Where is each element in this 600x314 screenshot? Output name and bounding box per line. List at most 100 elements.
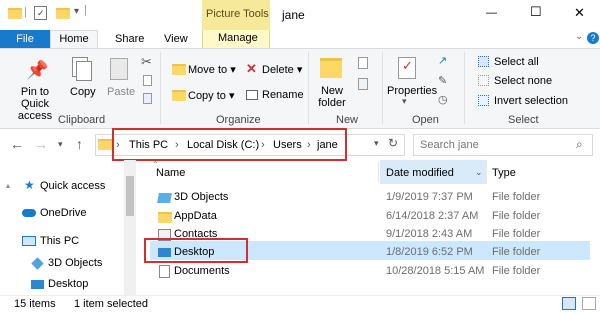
move-to-button[interactable]: Move to ▾ bbox=[188, 63, 236, 76]
select-all-button[interactable]: Select all bbox=[494, 56, 539, 68]
documents-icon bbox=[159, 265, 170, 278]
copy-path-icon[interactable] bbox=[143, 75, 152, 86]
forward-button[interactable]: → bbox=[34, 136, 48, 152]
select-none-button[interactable]: Select none bbox=[494, 75, 552, 87]
column-divider bbox=[378, 162, 379, 182]
cube-icon bbox=[31, 257, 44, 270]
expand-ribbon-icon[interactable]: ⌄ bbox=[575, 31, 583, 42]
desktop-icon bbox=[31, 280, 44, 289]
nav-item-quick-access[interactable]: Quick access bbox=[40, 180, 105, 192]
file-name[interactable]: AppData bbox=[174, 210, 217, 222]
organize-group-label: Organize bbox=[216, 114, 261, 126]
tab-home[interactable]: Home bbox=[50, 30, 98, 49]
invert-selection-icon bbox=[478, 95, 489, 106]
tab-manage[interactable]: Manage bbox=[202, 30, 270, 48]
help-icon[interactable]: ? bbox=[587, 32, 599, 44]
pin-icon: 📌 bbox=[26, 60, 49, 80]
breadcrumb-local-disk[interactable]: Local Disk (C:) bbox=[187, 139, 259, 151]
breadcrumb-users[interactable]: Users bbox=[273, 139, 302, 151]
cut-icon[interactable]: ✂ bbox=[141, 54, 152, 70]
paste-button[interactable]: Paste bbox=[107, 86, 135, 98]
breadcrumb-separator: › bbox=[307, 139, 311, 151]
paste-icon bbox=[110, 58, 128, 80]
file-type: File folder bbox=[492, 228, 541, 240]
edit-icon[interactable]: ✎ bbox=[438, 74, 447, 87]
search-icon[interactable]: ⌕ bbox=[576, 137, 583, 152]
breadcrumb-separator: › bbox=[175, 139, 179, 151]
ribbon-separator bbox=[382, 52, 383, 124]
maximize-button[interactable]: ☐ bbox=[530, 4, 542, 20]
scroll-up-arrow[interactable]: ▴ bbox=[6, 181, 10, 190]
file-name[interactable]: 3D Objects bbox=[174, 191, 228, 203]
file-type: File folder bbox=[492, 246, 541, 258]
back-button[interactable]: ← bbox=[10, 136, 24, 152]
tab-share[interactable]: Share bbox=[115, 33, 144, 45]
file-date: 6/14/2018 2:37 AM bbox=[386, 210, 479, 222]
nav-item-this-pc[interactable]: This PC bbox=[40, 235, 79, 247]
recent-locations-button[interactable]: ▾ bbox=[58, 139, 63, 150]
refresh-icon[interactable]: ↻ bbox=[388, 136, 398, 150]
selection-count: 1 item selected bbox=[74, 298, 148, 310]
paste-shortcut-icon[interactable] bbox=[143, 93, 152, 104]
nav-item-onedrive[interactable]: OneDrive bbox=[40, 207, 86, 219]
properties-button[interactable]: Properties bbox=[387, 85, 437, 97]
file-type: File folder bbox=[492, 265, 541, 277]
breadcrumb-this-pc[interactable]: This PC bbox=[129, 139, 168, 151]
search-input[interactable]: Search jane ⌕ bbox=[413, 134, 593, 156]
open-icon[interactable]: ↗ bbox=[438, 54, 447, 67]
invert-selection-button[interactable]: Invert selection bbox=[494, 95, 568, 107]
contextual-tab-label: Picture Tools bbox=[206, 8, 269, 20]
up-button[interactable]: ↑ bbox=[76, 136, 83, 152]
details-view-icon[interactable] bbox=[562, 297, 576, 310]
new-group-label: New bbox=[336, 114, 359, 126]
copy-to-label: Copy to bbox=[188, 90, 226, 102]
pin-to-quick-access-button[interactable]: Pin to Quick access bbox=[6, 86, 64, 122]
address-dropdown-icon[interactable]: ▾ bbox=[374, 138, 379, 149]
highlight-box-desktop bbox=[144, 238, 248, 263]
tab-view[interactable]: View bbox=[164, 33, 188, 45]
chevron-down-icon[interactable]: ⌄ bbox=[475, 167, 483, 178]
breadcrumb-jane[interactable]: jane bbox=[317, 139, 338, 151]
cube-icon bbox=[157, 193, 172, 203]
folder-icon[interactable] bbox=[8, 8, 22, 19]
properties-icon: ✓ bbox=[398, 57, 416, 79]
nav-item-desktop[interactable]: Desktop bbox=[48, 278, 88, 290]
window-title: jane bbox=[282, 8, 305, 22]
minimize-button[interactable]: — bbox=[486, 7, 497, 19]
tab-file[interactable]: File bbox=[0, 30, 50, 48]
easy-access-icon[interactable] bbox=[358, 78, 368, 90]
copy-icon-back bbox=[76, 61, 92, 81]
properties-qa-icon[interactable]: ✓ bbox=[34, 6, 47, 20]
select-group-label: Select bbox=[508, 114, 539, 126]
column-header-type[interactable]: Type bbox=[492, 167, 516, 179]
contextual-tab-header: Picture Tools bbox=[202, 0, 270, 30]
clipboard-group-label: Clipboard bbox=[58, 114, 106, 126]
column-header-name[interactable]: Name bbox=[156, 167, 185, 179]
copy-to-button[interactable]: Copy to ▾ bbox=[188, 89, 235, 102]
delete-button[interactable]: Delete ▾ bbox=[262, 63, 302, 76]
folder-icon bbox=[158, 212, 172, 223]
history-icon[interactable]: ◷ bbox=[438, 93, 448, 106]
new-item-icon[interactable] bbox=[358, 57, 368, 69]
select-all-icon bbox=[478, 56, 489, 67]
properties-dropdown-icon[interactable]: ▾ bbox=[402, 96, 407, 107]
new-folder-qa-icon[interactable] bbox=[56, 8, 70, 19]
ribbon-separator bbox=[464, 52, 465, 124]
file-type: File folder bbox=[492, 191, 541, 203]
file-name[interactable]: Documents bbox=[174, 265, 230, 277]
file-type: File folder bbox=[492, 210, 541, 222]
delete-label: Delete bbox=[262, 64, 294, 76]
nav-scrollbar-thumb[interactable] bbox=[126, 176, 134, 216]
file-date: 1/8/2019 6:52 PM bbox=[386, 246, 473, 258]
close-button[interactable]: ✕ bbox=[574, 5, 585, 21]
copy-button[interactable]: Copy bbox=[70, 86, 96, 98]
rename-button[interactable]: Rename bbox=[262, 89, 304, 101]
breadcrumb-separator: › bbox=[261, 139, 265, 151]
separator: | bbox=[84, 4, 87, 16]
file-date: 10/28/2018 5:15 AM bbox=[386, 265, 485, 277]
new-folder-button[interactable]: New folder bbox=[313, 85, 351, 109]
customize-qa-icon[interactable]: ▾ bbox=[74, 6, 79, 17]
nav-item-3d-objects[interactable]: 3D Objects bbox=[48, 257, 102, 269]
large-icons-view-icon[interactable] bbox=[582, 297, 596, 310]
column-header-date[interactable]: Date modified ⌄ bbox=[380, 160, 487, 184]
